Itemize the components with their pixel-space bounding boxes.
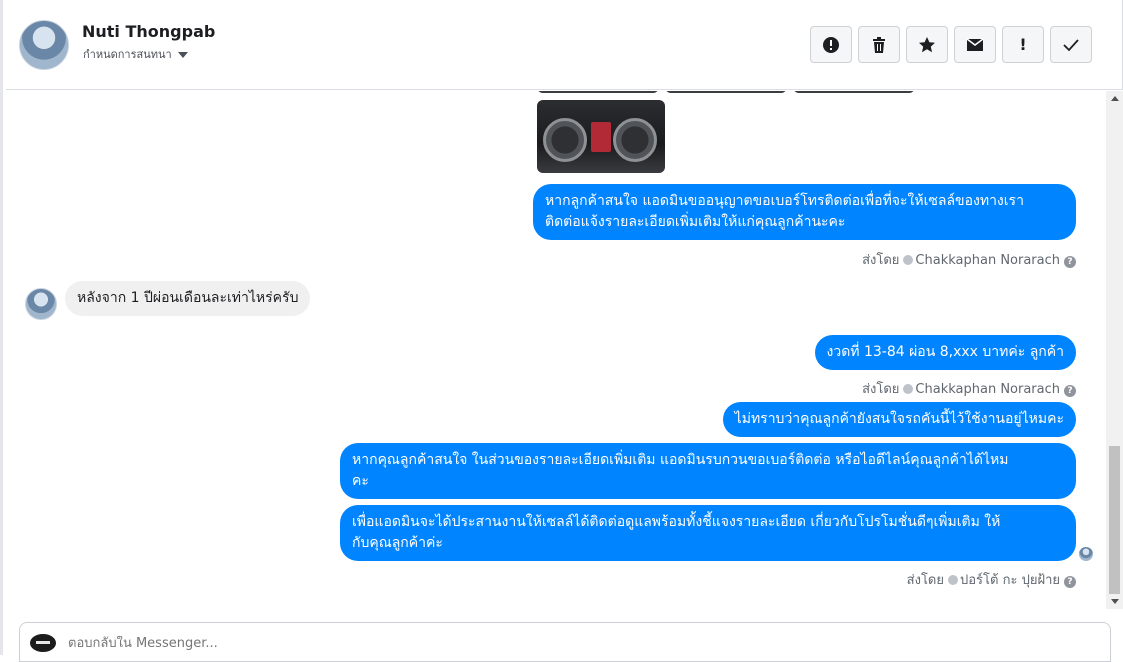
- help-icon[interactable]: ?: [1064, 385, 1076, 397]
- star-icon: [919, 36, 935, 52]
- attached-image[interactable]: [665, 91, 787, 93]
- sent-by-text: ส่งโดย: [906, 573, 944, 588]
- assign-label: กำหนดการสนทนา: [83, 48, 172, 61]
- message-line: ติดต่อแจ้งรายละเอียดเพิ่มเติมให้แก่คุณลู…: [545, 214, 846, 230]
- display-graphic: [591, 122, 611, 152]
- sent-by-label: ส่งโดย Chakkaphan Norarach?: [862, 378, 1076, 399]
- trash-icon: [873, 36, 885, 53]
- sent-by-text: ส่งโดย: [862, 382, 900, 397]
- help-icon[interactable]: ?: [1064, 576, 1076, 588]
- assign-conversation-dropdown[interactable]: กำหนดการสนทนา: [83, 45, 188, 63]
- contact-avatar[interactable]: [19, 20, 69, 70]
- attached-image[interactable]: [793, 91, 915, 93]
- follow-up-button[interactable]: !: [1002, 26, 1044, 63]
- attached-image-dashboard[interactable]: [537, 100, 665, 173]
- outgoing-message[interactable]: งวดที่ 13-84 ผ่อน 8,xxx บาทค่ะ ลูกค้า: [814, 335, 1076, 370]
- delete-button[interactable]: [858, 26, 900, 63]
- gauge-graphic: [543, 118, 587, 162]
- messenger-window: Nuti Thongpab กำหนดการสนทนา ! หากลูกค้าส…: [0, 0, 1123, 662]
- verified-icon: [948, 575, 958, 585]
- agent-name[interactable]: ปอร์โต้ กะ ปุยฝ้าย: [960, 573, 1060, 588]
- attached-image[interactable]: [537, 91, 659, 93]
- outgoing-message[interactable]: หากลูกค้าสนใจ แอดมินขออนุญาตขอเบอร์โทรติ…: [533, 184, 1076, 240]
- sent-by-label: ส่งโดย ปอร์โต้ กะ ปุยฝ้าย?: [907, 569, 1076, 590]
- agent-name[interactable]: Chakkaphan Norarach: [915, 382, 1060, 397]
- sent-by-text: ส่งโดย: [862, 253, 900, 268]
- seen-avatar: [1079, 547, 1093, 561]
- message-line: คะ: [352, 473, 369, 489]
- gauge-graphic: [613, 118, 657, 162]
- message-line: เพื่อแอดมินจะได้ประสานงานให้เซลล์ได้ติดต…: [352, 514, 1001, 530]
- reply-composer[interactable]: [19, 622, 1111, 662]
- contact-avatar-small[interactable]: [25, 288, 57, 320]
- conversation-header: Nuti Thongpab กำหนดการสนทนา !: [6, 0, 1123, 90]
- outgoing-message[interactable]: หากคุณลูกค้าสนใจ ในส่วนของรายละเอียดเพิ่…: [340, 443, 1076, 499]
- verified-icon: [903, 384, 914, 394]
- message-line: หากลูกค้าสนใจ แอดมินขออนุญาตขอเบอร์โทรติ…: [545, 193, 1024, 209]
- verified-icon: [903, 255, 914, 265]
- mark-done-button[interactable]: [1050, 26, 1092, 63]
- checkmark-icon: [1063, 38, 1079, 51]
- outgoing-message[interactable]: ไม่ทราบว่าคุณลูกค้ายังสนใจรถคันนี้ไว้ใช้…: [722, 402, 1076, 437]
- message-thread: หากลูกค้าสนใจ แอดมินขออนุญาตขอเบอร์โทรติ…: [6, 91, 1105, 611]
- star-button[interactable]: [906, 26, 948, 63]
- outgoing-message[interactable]: เพื่อแอดมินจะได้ประสานงานให้เซลล์ได้ติดต…: [340, 505, 1076, 561]
- help-icon[interactable]: ?: [1064, 256, 1076, 268]
- envelope-icon: [966, 37, 984, 51]
- sent-by-label: ส่งโดย Chakkaphan Norarach?: [862, 249, 1076, 270]
- message-line: กับคุณลูกค้าค่ะ: [352, 535, 443, 551]
- scrollbar-thumb[interactable]: [1109, 446, 1120, 594]
- caret-down-icon: [177, 52, 188, 58]
- scroll-up-arrow-icon[interactable]: [1111, 96, 1119, 101]
- scroll-down-arrow-icon[interactable]: [1111, 599, 1119, 604]
- alert-circle-icon: [823, 36, 839, 53]
- email-button[interactable]: [954, 26, 996, 63]
- reply-input[interactable]: [68, 636, 668, 651]
- thread-scrollbar[interactable]: [1106, 91, 1123, 609]
- message-line: หากคุณลูกค้าสนใจ ในส่วนของรายละเอียดเพิ่…: [352, 452, 1009, 468]
- header-actions: !: [810, 26, 1092, 63]
- incoming-message[interactable]: หลังจาก 1 ปีผ่อนเดือนละเท่าไหร่ครับ: [65, 281, 311, 316]
- exclamation-icon: !: [1019, 35, 1027, 54]
- contact-name[interactable]: Nuti Thongpab: [82, 22, 215, 41]
- page-logo-icon: [30, 634, 56, 652]
- mark-spam-button[interactable]: [810, 26, 852, 63]
- agent-name[interactable]: Chakkaphan Norarach: [915, 253, 1060, 268]
